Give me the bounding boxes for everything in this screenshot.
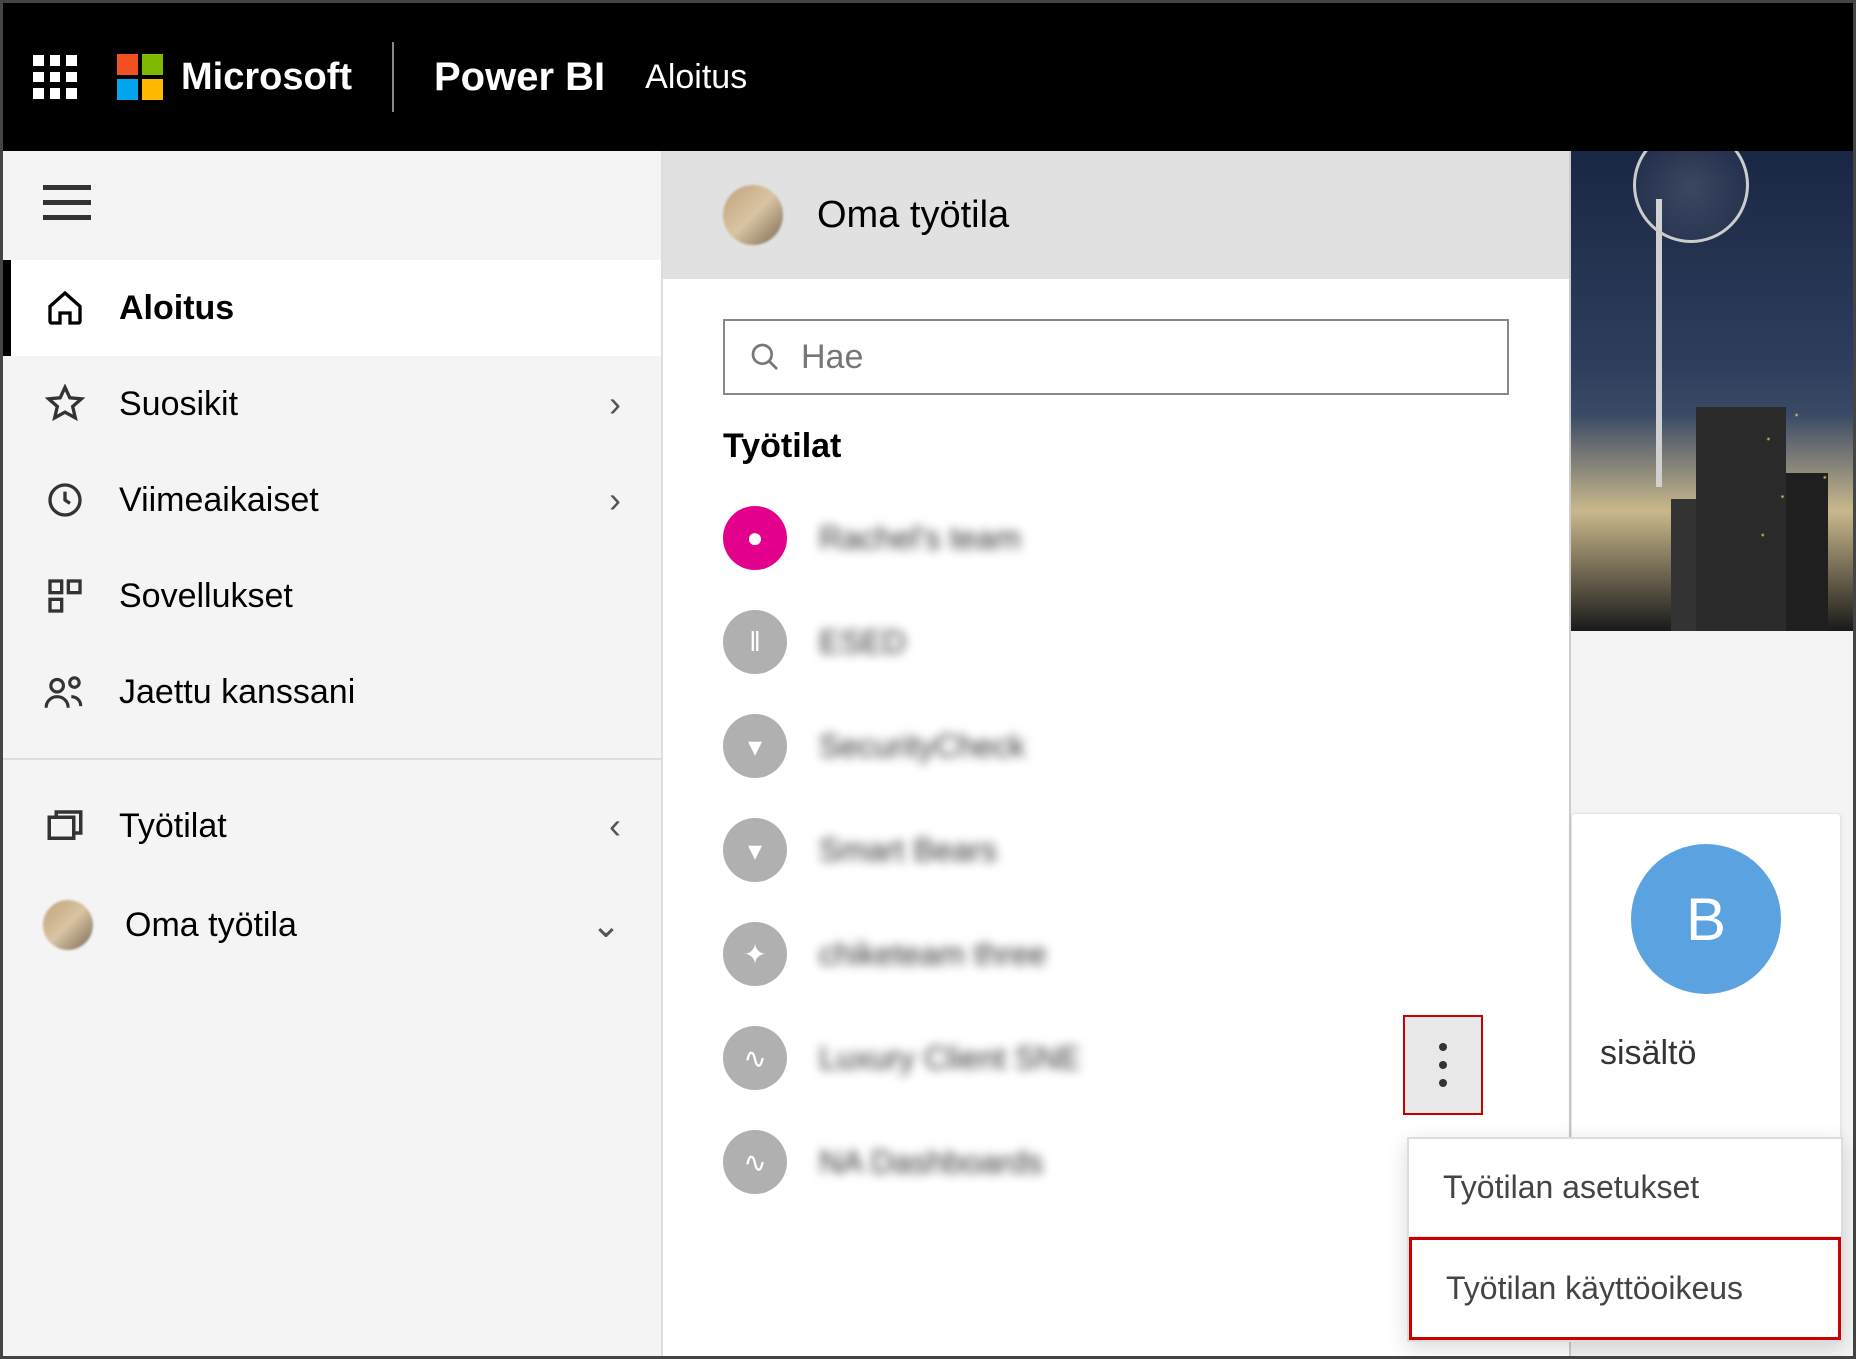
app-launcher-icon[interactable] (33, 55, 77, 99)
nav-item-my-workspace[interactable]: Oma työtila ⌄ (3, 874, 661, 976)
workspace-icon: ‖ (723, 610, 787, 674)
nav-label-workspaces: Työtilat (119, 807, 227, 846)
more-vertical-icon (1439, 1043, 1447, 1087)
workspace-item[interactable]: ▾ Smart Bears (713, 798, 1519, 902)
workspace-icon: ∿ (723, 1026, 787, 1090)
left-nav: Aloitus Suosikit › Viimeaikaiset › Sovel… (3, 151, 663, 1356)
workspace-label: Luxury Client SNE (819, 1040, 1080, 1077)
flyout-my-workspace-row[interactable]: Oma työtila (663, 151, 1569, 279)
card-label: sisältö (1592, 1034, 1696, 1073)
global-header: Microsoft Power BI Aloitus (3, 3, 1853, 151)
menu-item-workspace-access[interactable]: Työtilan käyttöoikeus (1409, 1237, 1841, 1340)
card-avatar-initial: B (1631, 844, 1781, 994)
people-icon (43, 670, 87, 714)
nav-label-my-workspace: Oma työtila (125, 906, 297, 945)
workspace-icon: ▾ (723, 818, 787, 882)
clock-icon (43, 478, 87, 522)
workspace-label: Rachel's team (819, 520, 1021, 557)
product-label[interactable]: Power BI (434, 55, 605, 100)
chevron-right-icon: › (609, 479, 621, 521)
flyout-my-workspace-label: Oma työtila (817, 194, 1009, 237)
nav-label-apps: Sovellukset (119, 577, 293, 616)
chevron-down-icon: ⌄ (591, 904, 621, 946)
avatar-icon (43, 900, 93, 950)
workspaces-section-label: Työtilat (663, 415, 1569, 486)
workspace-icon: ∿ (723, 1130, 787, 1194)
chevron-right-icon: › (609, 383, 621, 425)
nav-label-recent: Viimeaikaiset (119, 481, 319, 520)
workspace-icon: ✦ (723, 922, 787, 986)
search-icon (749, 341, 781, 373)
nav-toggle-button[interactable] (3, 151, 661, 260)
hero-lights (1571, 151, 1853, 631)
star-icon (43, 382, 87, 426)
workspace-label: ESED (819, 624, 906, 661)
hamburger-icon (43, 183, 91, 223)
workspace-item[interactable]: ● Rachel's team (713, 486, 1519, 590)
workspace-item[interactable]: ∿ NA Dashboards (713, 1110, 1519, 1214)
nav-item-home[interactable]: Aloitus (3, 260, 661, 356)
workspaces-icon (43, 804, 87, 848)
workspace-label: SecurityCheck (819, 728, 1025, 765)
nav-item-favorites[interactable]: Suosikit › (3, 356, 661, 452)
microsoft-logo-icon (117, 54, 163, 100)
workspace-icon: ▾ (723, 714, 787, 778)
avatar-icon (723, 185, 783, 245)
workspace-context-menu: Työtilan asetukset Työtilan käyttöoikeus (1407, 1137, 1843, 1342)
app-frame: Microsoft Power BI Aloitus Aloitus Suosi… (0, 0, 1856, 1359)
workspace-label: chiketeam three (819, 936, 1047, 973)
search-input[interactable]: Hae (723, 319, 1509, 395)
nav-separator (3, 758, 661, 760)
workspace-label: Smart Bears (819, 832, 997, 869)
nav-label-favorites: Suosikit (119, 385, 238, 424)
nav-label-shared: Jaettu kanssani (119, 673, 355, 712)
home-icon (43, 286, 87, 330)
workspace-label: NA Dashboards (819, 1144, 1043, 1181)
search-placeholder: Hae (801, 338, 863, 377)
header-divider (392, 42, 394, 112)
workspace-icon: ● (723, 506, 787, 570)
workspace-item[interactable]: ∿ Luxury Client SNE (713, 1006, 1519, 1110)
nav-label-home: Aloitus (119, 289, 234, 328)
nav-item-shared[interactable]: Jaettu kanssani (3, 644, 661, 740)
microsoft-brand: Microsoft (117, 54, 352, 100)
hero-image (1571, 151, 1853, 631)
breadcrumb-current: Aloitus (645, 58, 747, 97)
workspace-item[interactable]: ✦ chiketeam three (713, 902, 1519, 1006)
microsoft-label: Microsoft (181, 56, 352, 99)
workspace-item[interactable]: ‖ ESED (713, 590, 1519, 694)
apps-icon (43, 574, 87, 618)
search-container: Hae (663, 279, 1569, 415)
nav-item-workspaces[interactable]: Työtilat ‹ (3, 778, 661, 874)
nav-item-apps[interactable]: Sovellukset (3, 548, 661, 644)
menu-item-workspace-settings[interactable]: Työtilan asetukset (1409, 1139, 1841, 1236)
workspace-more-button[interactable] (1403, 1015, 1483, 1115)
content-card[interactable]: B sisältö (1571, 813, 1841, 1143)
chevron-left-icon: ‹ (609, 805, 621, 847)
nav-item-recent[interactable]: Viimeaikaiset › (3, 452, 661, 548)
workspace-item[interactable]: ▾ SecurityCheck (713, 694, 1519, 798)
